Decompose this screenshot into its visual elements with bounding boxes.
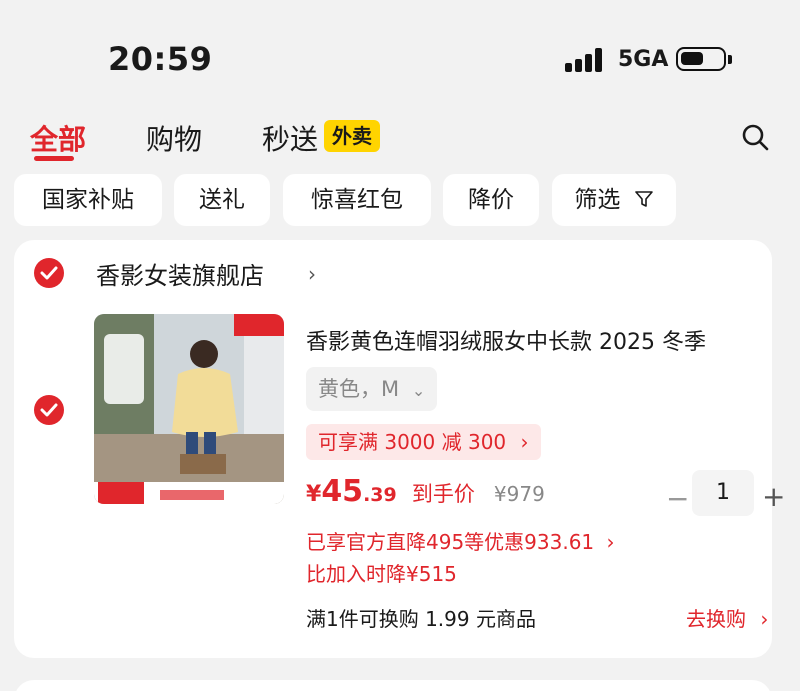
status-bar: 20:59 5GA <box>0 0 800 100</box>
exchange-offer-text: 满1件可换购 1.99 元商品 <box>306 607 536 631</box>
exchange-link[interactable]: 去换购 › <box>686 603 768 632</box>
price-drop-note: 比加入时降¥515 <box>306 562 457 586</box>
price-row: ¥45.39 到手价 ¥979 <box>306 474 545 516</box>
quantity-value[interactable]: 1 <box>692 470 754 516</box>
signal-icon <box>565 46 605 72</box>
filter-price-drop[interactable]: 降价 <box>443 174 539 226</box>
filter-label: 筛选 <box>574 187 621 213</box>
network-type: 5GA <box>618 47 669 72</box>
exchange-link-label: 去换购 <box>686 607 746 631</box>
filter-national-subsidy[interactable]: 国家补贴 <box>14 174 162 226</box>
chevron-right-icon[interactable]: › <box>308 262 316 286</box>
promo-text: 可享满 3000 减 300 <box>318 430 507 454</box>
final-price-label: 到手价 <box>411 482 475 506</box>
cart-store-card: 香影女装旗舰店 › 香影黄色连帽羽绒服女中长款 2025 冬季 黄色，M ⌄ 可… <box>14 240 785 658</box>
status-time: 20:59 <box>108 40 213 78</box>
tab-shopping[interactable]: 购物 <box>146 118 202 158</box>
next-store-card <box>14 680 772 691</box>
filter-gift[interactable]: 送礼 <box>174 174 270 226</box>
store-name[interactable]: 香影女装旗舰店 <box>96 256 264 291</box>
filter-bar: 国家补贴 送礼 惊喜红包 降价 筛选 <box>0 174 800 228</box>
filter-button[interactable]: 筛选 <box>552 174 676 226</box>
battery-icon <box>676 47 732 71</box>
chevron-right-icon: › <box>606 530 615 554</box>
chevron-down-icon: ⌄ <box>411 381 426 400</box>
store-select-checkbox[interactable] <box>34 258 64 288</box>
chevron-right-icon: › <box>520 430 529 454</box>
price-symbol: ¥ <box>306 482 322 507</box>
product-title[interactable]: 香影黄色连帽羽绒服女中长款 2025 冬季 <box>306 324 706 356</box>
tab-quick-delivery[interactable]: 秒送 <box>262 118 318 158</box>
search-icon[interactable] <box>740 122 774 156</box>
discount-text: 已享官方直降495等优惠933.61 <box>306 530 595 554</box>
quantity-decrease-button[interactable]: − <box>666 482 689 515</box>
chevron-right-icon: › <box>760 607 769 631</box>
tab-all[interactable]: 全部 <box>30 118 86 158</box>
sku-text: 黄色，M <box>318 377 400 401</box>
quantity-increase-button[interactable]: + <box>762 480 785 513</box>
filter-red-packet[interactable]: 惊喜红包 <box>283 174 431 226</box>
funnel-icon <box>634 191 653 207</box>
item-select-checkbox[interactable] <box>34 395 64 425</box>
original-price: ¥979 <box>493 482 545 506</box>
price-decimal: .39 <box>363 484 397 506</box>
promo-tag[interactable]: 可享满 3000 减 300 › <box>306 424 541 460</box>
price-integer: 45 <box>321 474 364 509</box>
sku-selector[interactable]: 黄色，M ⌄ <box>306 367 438 411</box>
top-tabs: 全部 购物 秒送 外卖 <box>0 112 800 168</box>
active-tab-indicator <box>34 156 74 161</box>
discount-info[interactable]: 已享官方直降495等优惠933.61 › <box>306 526 615 555</box>
product-image[interactable] <box>94 314 284 504</box>
takeout-badge: 外卖 <box>324 120 380 152</box>
